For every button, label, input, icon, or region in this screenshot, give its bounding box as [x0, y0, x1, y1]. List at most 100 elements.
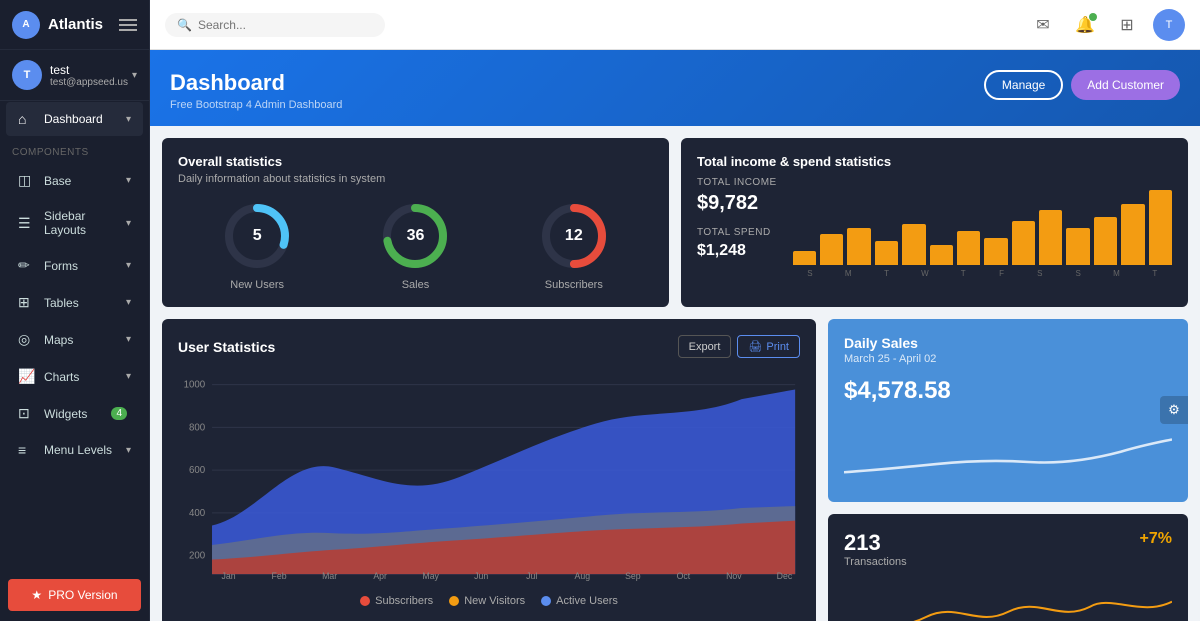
print-button[interactable]: 🖨 Print — [737, 335, 800, 358]
subscribers-stat: 12 Subscribers — [539, 201, 609, 291]
svg-text:Jan: Jan — [221, 571, 235, 581]
stat-circles: 5 New Users 36 Sales — [178, 201, 653, 291]
subscribers-label: Subscribers — [545, 279, 603, 291]
svg-text:Jun: Jun — [474, 571, 488, 581]
bar-item — [1066, 228, 1089, 266]
add-customer-button[interactable]: Add Customer — [1071, 70, 1180, 100]
sales-label: Sales — [402, 279, 430, 291]
bar-day-label: T — [1138, 269, 1172, 278]
svg-text:600: 600 — [189, 465, 206, 476]
svg-text:1000: 1000 — [184, 379, 206, 390]
sidebar-logo: A — [12, 11, 40, 39]
legend-active-users: Active Users — [541, 595, 618, 607]
bar-item — [1121, 204, 1144, 265]
export-button[interactable]: Export — [678, 335, 732, 358]
pro-version-button[interactable]: ★ PRO Version — [8, 579, 141, 611]
total-income-label: TOTAL INCOME — [697, 177, 777, 188]
hamburger-button[interactable] — [119, 16, 137, 34]
tables-icon: ⊞ — [18, 294, 36, 311]
sidebar-item-label: Charts — [44, 370, 126, 384]
svg-text:Dec: Dec — [777, 571, 793, 581]
caret-icon: ▾ — [126, 114, 131, 125]
transactions-header: 213 Transactions +7% — [844, 530, 1172, 568]
user-caret-icon: ▾ — [132, 70, 137, 81]
income-stats-title: Total income & spend statistics — [697, 154, 1172, 169]
bar-item — [1094, 217, 1117, 265]
new-visitors-legend-label: New Visitors — [464, 595, 525, 607]
sidebar-item-base[interactable]: ◫ Base ▾ — [6, 163, 143, 198]
svg-text:Mar: Mar — [322, 571, 337, 581]
bar-item — [1039, 210, 1062, 265]
svg-text:Feb: Feb — [272, 571, 287, 581]
content-area: Dashboard Free Bootstrap 4 Admin Dashboa… — [150, 50, 1200, 621]
svg-text:Oct: Oct — [677, 571, 691, 581]
bar-day-label: S — [793, 269, 827, 278]
transactions-label: Transactions — [844, 556, 907, 568]
svg-text:Aug: Aug — [575, 571, 591, 581]
total-income-value: $9,782 — [697, 192, 777, 215]
search-input[interactable] — [198, 18, 373, 32]
bar-item — [875, 241, 898, 265]
topbar: 🔍 ✉ 🔔 ⊞ T — [150, 0, 1200, 50]
right-panel: Daily Sales March 25 - April 02 $4,578.5… — [828, 319, 1188, 621]
user-name: test — [50, 63, 132, 77]
menu-levels-icon: ≡ — [18, 442, 36, 458]
base-icon: ◫ — [18, 172, 36, 189]
user-stats-title: User Statistics — [178, 339, 275, 355]
sidebar-item-label: Sidebar Layouts — [44, 209, 126, 237]
new-users-circle: 5 — [222, 201, 292, 271]
sidebar-item-sidebar-layouts[interactable]: ☰ Sidebar Layouts ▾ — [6, 200, 143, 246]
sidebar-item-menu-levels[interactable]: ≡ Menu Levels ▾ — [6, 433, 143, 467]
transactions-card: 213 Transactions +7% — [828, 514, 1188, 621]
layers-icon-button[interactable]: ⊞ — [1111, 9, 1143, 41]
overall-stats-title: Overall statistics — [178, 154, 653, 169]
subscribers-circle: 12 — [539, 201, 609, 271]
bar-day-label: F — [984, 269, 1018, 278]
svg-text:200: 200 — [189, 551, 206, 562]
sidebar-user[interactable]: T test test@appseed.us ▾ — [0, 50, 149, 101]
search-box[interactable]: 🔍 — [165, 13, 385, 37]
transactions-percent: +7% — [1140, 530, 1172, 548]
bar-item — [902, 224, 925, 265]
subscribers-value: 12 — [565, 227, 583, 245]
total-spend-label: TOTAL SPEND — [697, 227, 777, 238]
user-statistics-card: User Statistics Export 🖨 Print 1000 800 — [162, 319, 816, 621]
total-spend-value: $1,248 — [697, 242, 777, 260]
dashboard-header: Dashboard Free Bootstrap 4 Admin Dashboa… — [150, 50, 1200, 126]
bar-item — [1149, 190, 1172, 265]
caret-icon: ▾ — [126, 371, 131, 382]
bar-item — [793, 251, 816, 265]
sidebar-item-forms[interactable]: ✏ Forms ▾ — [6, 248, 143, 283]
chart-legend: Subscribers New Visitors Active Users — [178, 595, 800, 607]
notification-icon-button[interactable]: 🔔 — [1069, 9, 1101, 41]
bar-item — [1012, 221, 1035, 265]
bar-day-label: M — [831, 269, 865, 278]
subscribers-legend-label: Subscribers — [375, 595, 433, 607]
sidebar-item-label: Menu Levels — [44, 443, 126, 457]
topbar-avatar[interactable]: T — [1153, 9, 1185, 41]
area-chart-container: 1000 800 600 400 200 — [178, 370, 800, 587]
email-icon-button[interactable]: ✉ — [1027, 9, 1059, 41]
search-icon: 🔍 — [177, 18, 192, 32]
gear-button[interactable]: ⚙ — [1160, 396, 1188, 424]
sidebar-item-maps[interactable]: ◎ Maps ▾ — [6, 322, 143, 357]
caret-icon: ▾ — [126, 297, 131, 308]
user-stats-actions: Export 🖨 Print — [678, 335, 800, 358]
sidebar-item-charts[interactable]: 📈 Charts ▾ — [6, 359, 143, 394]
bar-chart — [793, 185, 1172, 265]
sidebar-item-label: Base — [44, 174, 126, 188]
dashboard-actions: Manage Add Customer — [984, 70, 1180, 100]
sidebar-item-widgets[interactable]: ⊡ Widgets 4 — [6, 396, 143, 431]
sidebar-item-label: Widgets — [44, 407, 111, 421]
transactions-count: 213 — [844, 530, 907, 556]
manage-button[interactable]: Manage — [984, 70, 1063, 100]
svg-text:May: May — [422, 571, 439, 581]
main-content: 🔍 ✉ 🔔 ⊞ T Dashboard Free Bootstrap 4 Adm… — [150, 0, 1200, 621]
new-users-value: 5 — [253, 227, 262, 245]
sidebar-item-dashboard[interactable]: ⌂ Dashboard ▾ — [6, 102, 143, 136]
caret-icon: ▾ — [126, 334, 131, 345]
widgets-badge: 4 — [111, 407, 127, 420]
notification-badge — [1089, 13, 1097, 21]
sidebar-item-tables[interactable]: ⊞ Tables ▾ — [6, 285, 143, 320]
sales-value: 36 — [407, 227, 425, 245]
